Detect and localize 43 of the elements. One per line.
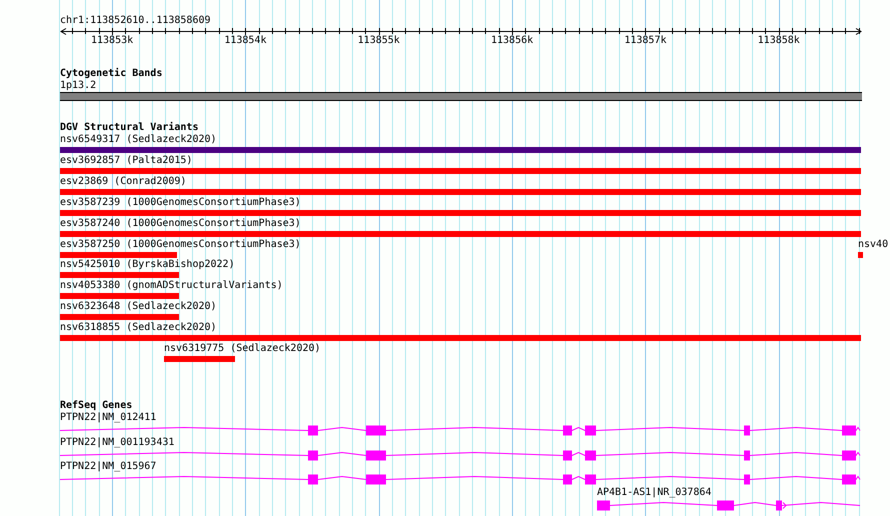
gene-label: PTPN22|NM_012411 [60,412,156,424]
variant-bar[interactable] [60,210,861,216]
tick-label: 113854k [224,35,266,47]
variant-bar[interactable] [60,189,861,195]
variant-bar[interactable] [60,231,861,237]
variant-label: nsv6323648 (Sedlazeck2020) [60,301,217,314]
gene-label: PTPN22|NM_015967 [60,461,156,473]
variant-label: nsv40 [858,238,888,250]
tick-label: 113858k [758,35,800,47]
variant-bar[interactable] [60,335,861,341]
variant-bar[interactable] [60,293,179,299]
variant-label: nsv6319775 (Sedlazeck2020) [164,343,321,355]
variant-label: nsv4053380 (gnomADStructuralVariants) [60,280,283,292]
track-title: RefSeq Genes [60,400,132,412]
variant-label: nsv6549317 (Sedlazeck2020) [60,134,217,146]
tick-label: 113853k [91,35,134,47]
variant-bar[interactable] [858,252,863,258]
variant-bar[interactable] [60,272,179,278]
tick-label: 113856k [491,35,534,47]
tick-label: 113857k [624,35,666,47]
variant-label: esv3587240 (1000GenomesConsortiumPhase3) [60,218,301,230]
gene-label: PTPN22|NM_001193431 [60,437,174,449]
variant-bar[interactable] [60,168,861,174]
gene-model[interactable] [60,426,860,436]
variant-bar[interactable] [60,252,177,258]
region-label: chr1:113852610..113858609 [60,15,211,27]
gene-model[interactable] [60,450,860,460]
variant-label: esv23869 (Conrad2009) [60,176,186,188]
variant-label: esv3587250 (1000GenomesConsortiumPhase3) [60,238,301,250]
gene-model[interactable] [60,474,860,484]
variant-label: esv3587239 (1000GenomesConsortiumPhase3) [60,196,301,209]
variant-label: esv3692857 (Palta2015) [60,154,192,167]
band-label: 1p13.2 [60,80,96,92]
variant-label: nsv6318855 (Sedlazeck2020) [60,322,217,334]
tick-label: 113855k [358,35,400,47]
track-title: Cytogenetic Bands [60,68,162,80]
variant-label: nsv5425010 (ByrskaBishop2022) [60,259,235,272]
variant-bar[interactable] [60,147,861,153]
track-title: DGV Structural Variants [60,122,198,134]
variant-bar[interactable] [60,314,179,320]
variant-bar[interactable] [164,356,235,362]
gene-model[interactable] [597,500,860,510]
gene-label: AP4B1-AS1|NR_037864 [597,487,712,499]
